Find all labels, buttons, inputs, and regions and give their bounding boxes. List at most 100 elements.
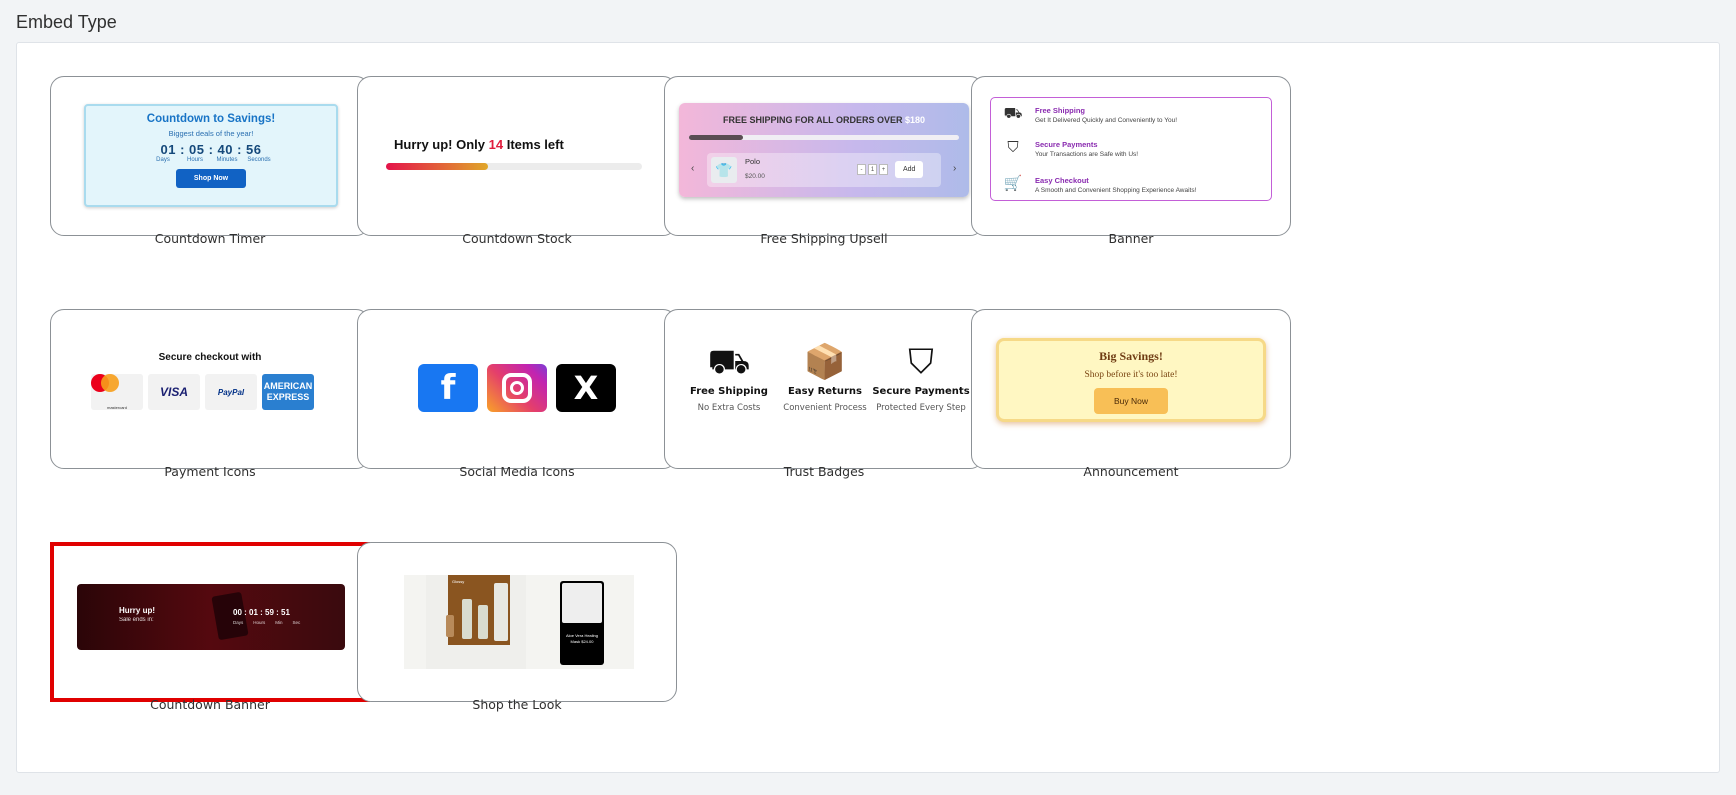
shipping-progress-fill <box>689 135 743 140</box>
banner-row-title: Secure Payments <box>1035 140 1098 149</box>
card-countdown-banner[interactable]: Hurry up! Sale ends in: 00 : 01 : 59 : 5… <box>50 542 370 702</box>
card-countdown-timer[interactable]: Countdown to Savings! Biggest deals of t… <box>50 76 370 236</box>
shipping-title-text: FREE SHIPPING FOR ALL ORDERS OVER <box>722 115 903 125</box>
preview-title: Countdown to Savings! <box>146 113 276 125</box>
unit-label: Sec <box>292 620 301 625</box>
stock-progress-bar <box>386 163 642 170</box>
countdown-timer-preview: Countdown to Savings! Biggest deals of t… <box>84 104 338 207</box>
chevron-left-icon: ‹ <box>691 163 695 174</box>
unit-label: Days <box>156 157 170 163</box>
shield-check-icon: ⛉ <box>1007 139 1019 156</box>
card-free-shipping-upsell[interactable]: FREE SHIPPING FOR ALL ORDERS OVER $180 ‹… <box>664 76 984 236</box>
announcement-preview: Big Savings! Shop before it's too late! … <box>996 338 1266 422</box>
countdown-digits: 01 : 05 : 40 : 56 <box>160 142 262 157</box>
announcement-subtitle: Shop before it's too late! <box>1084 370 1178 380</box>
social-icons-row: f X <box>418 364 616 412</box>
shipping-progress-bar <box>689 135 959 140</box>
trust-badge: ⛉ Secure Payments Protected Every Step <box>871 338 971 413</box>
countdown-units: Days Hours Minutes Seconds <box>86 157 336 163</box>
shipping-title: FREE SHIPPING FOR ALL ORDERS OVER $180 <box>679 115 969 125</box>
banner-row-desc: A Smooth and Convenient Shopping Experie… <box>1035 187 1197 194</box>
trust-badge: 📦 Easy Returns Convenient Process <box>775 338 875 413</box>
banner-title: Hurry up! <box>119 606 155 615</box>
chevron-right-icon: › <box>953 163 957 174</box>
instagram-icon <box>487 364 547 412</box>
truck-icon: ⛟ <box>1003 105 1023 122</box>
product-bottle <box>494 583 508 641</box>
stock-progress-fill <box>386 163 489 170</box>
cart-icon: 🛒 <box>1003 175 1023 192</box>
banner-row-title: Easy Checkout <box>1035 176 1089 185</box>
shirt-icon: 👕 <box>711 157 737 183</box>
card-label: Shop the Look <box>472 697 562 712</box>
banner-preview: ⛟ Free Shipping Get It Delivered Quickly … <box>990 97 1272 201</box>
free-shipping-preview: FREE SHIPPING FOR ALL ORDERS OVER $180 ‹… <box>679 103 969 197</box>
card-payment-icons[interactable]: Secure checkout with mastercard VISA Pay… <box>50 309 370 469</box>
buy-now-button: Buy Now <box>1093 388 1168 414</box>
unit-label: Hours <box>253 620 266 625</box>
card-label: Countdown Banner <box>150 697 270 712</box>
mastercard-text: mastercard <box>106 405 127 410</box>
countdown-banner-preview: Hurry up! Sale ends in: 00 : 01 : 59 : 5… <box>77 584 345 650</box>
quantity-value: 1 <box>868 164 877 175</box>
quantity-stepper: -1 + <box>857 164 890 175</box>
payment-title: Secure checkout with <box>158 352 262 363</box>
card-banner[interactable]: ⛟ Free Shipping Get It Delivered Quickly … <box>971 76 1291 236</box>
banner-row-title: Free Shipping <box>1035 106 1086 115</box>
card-countdown-stock[interactable]: Hurry up! Only 14 Items left <box>357 76 677 236</box>
card-shop-the-look[interactable]: Glossy Aloe Vera Healing Mask $24.00 <box>357 542 677 702</box>
shop-now-button: Shop Now <box>175 169 247 188</box>
card-label: Countdown Timer <box>154 231 266 246</box>
card-label: Social Media Icons <box>459 464 575 479</box>
banner-row: ⛟ Free Shipping Get It Delivered Quickly … <box>997 105 1177 125</box>
section-title: Embed Type <box>16 12 117 32</box>
trust-badge-title: Secure Payments <box>872 386 970 397</box>
upsell-product: 👕 Polo $20.00 -1 + Add <box>707 153 941 187</box>
payment-icons-row: mastercard VISA PayPal AMERICAN EXPRESS <box>91 374 314 410</box>
card-label: Free Shipping Upsell <box>760 231 888 246</box>
stock-text-before: Hurry up! Only <box>394 137 486 152</box>
paypal-icon: PayPal <box>205 374 257 410</box>
card-trust-badges[interactable]: ⛟ Free Shipping No Extra Costs 📦 Easy Re… <box>664 309 984 469</box>
minus-icon: - <box>857 164 866 175</box>
product-tube <box>462 599 472 639</box>
unit-label: Minutes <box>216 157 238 163</box>
unit-label: Days <box>233 620 244 625</box>
banner-countdown: 00 : 01 : 59 : 51 <box>233 608 290 617</box>
shop-the-look-preview: Glossy Aloe Vera Healing Mask $24.00 <box>404 575 634 669</box>
brand-text: Glossy <box>452 579 465 584</box>
trust-badge-desc: Convenient Process <box>783 403 867 413</box>
trust-badge: ⛟ Free Shipping No Extra Costs <box>679 338 779 413</box>
product-card-image <box>562 583 602 623</box>
product-card: Aloe Vera Healing Mask $24.00 <box>560 581 604 665</box>
banner-row: ⛉ Secure Payments Your Transactions are S… <box>997 139 1139 159</box>
banner-row-desc: Your Transactions are Safe with Us! <box>1035 151 1139 158</box>
banner-units: Days Hours Min Sec <box>233 620 300 625</box>
facebook-icon: f <box>418 364 478 412</box>
announcement-title: Big Savings! <box>1099 349 1163 363</box>
card-announcement[interactable]: Big Savings! Shop before it's too late! … <box>971 309 1291 469</box>
unit-label: Min <box>275 620 283 625</box>
product-price: $20.00 <box>745 173 765 180</box>
card-label: Banner <box>1108 231 1154 246</box>
card-social-media-icons[interactable]: f X <box>357 309 677 469</box>
trust-badge-title: Free Shipping <box>690 386 768 397</box>
embed-type-panel: Countdown to Savings! Biggest deals of t… <box>16 42 1720 773</box>
plus-icon: + <box>879 164 888 175</box>
shield-check-icon: ⛉ <box>908 343 934 381</box>
x-icon: X <box>556 364 616 412</box>
stock-text: Hurry up! Only 14 Items left <box>394 137 564 152</box>
trust-badge-title: Easy Returns <box>788 386 862 397</box>
card-label: Announcement <box>1083 464 1179 479</box>
preview-subtitle: Biggest deals of the year! <box>168 129 254 138</box>
product-name: Polo <box>745 157 761 166</box>
box-icon: 📦 <box>803 343 847 381</box>
unit-label: Seconds <box>247 157 271 163</box>
add-button: Add <box>895 161 924 178</box>
product-bottle <box>446 615 454 637</box>
mastercard-icon: mastercard <box>91 374 143 410</box>
product-card-text: Aloe Vera Healing Mask $24.00 <box>565 633 599 644</box>
card-label: Trust Badges <box>783 464 865 479</box>
banner-subtitle: Sale ends in: <box>119 617 154 623</box>
visa-icon: VISA <box>148 374 200 410</box>
